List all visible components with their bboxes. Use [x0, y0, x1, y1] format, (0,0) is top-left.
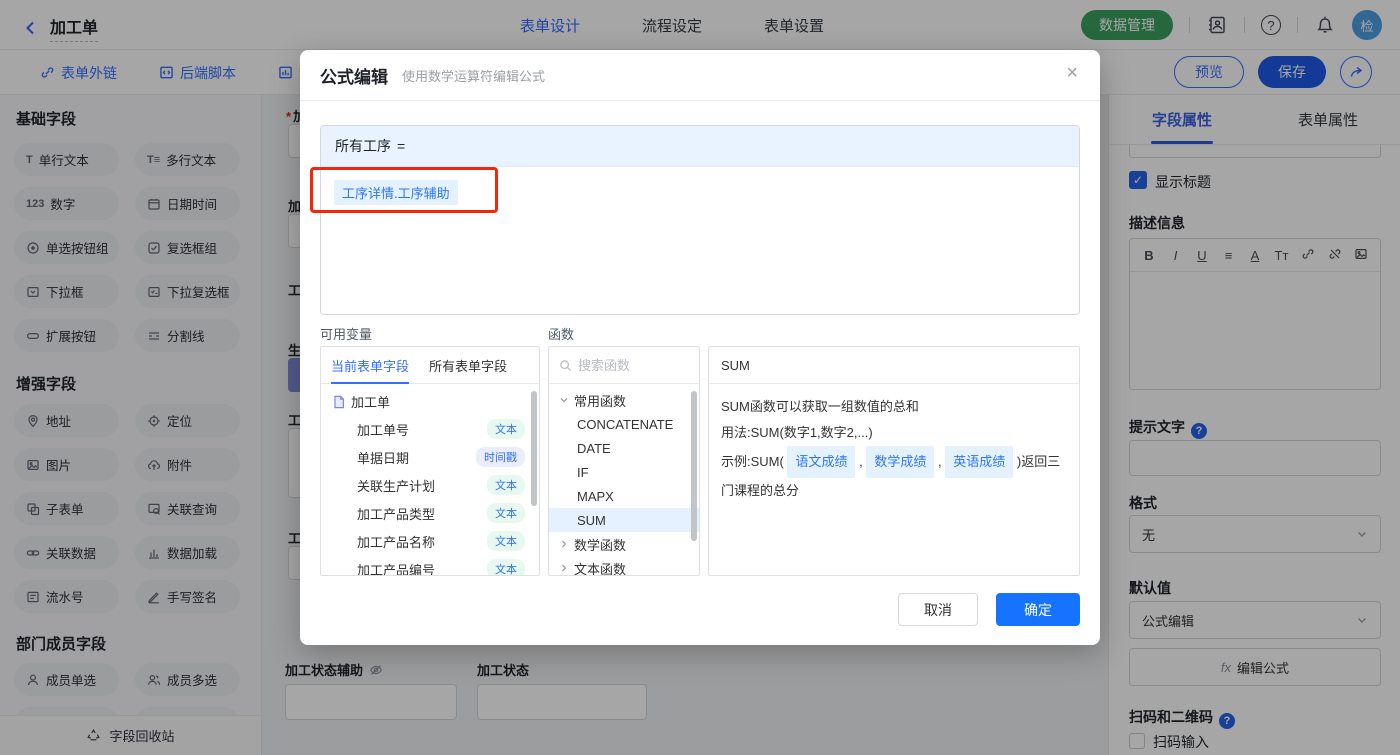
formula-target-name: 所有工序 — [335, 138, 391, 154]
variables-panel: 当前表单字段 所有表单字段 加工单 加工单号 文本 单据日期 时间戳 关联生产计划文… — [320, 346, 540, 576]
formula-target-row: 所有工序 = — [321, 126, 1079, 167]
variable-row[interactable]: 关联生产计划 文本 — [321, 471, 539, 499]
function-search-input[interactable] — [578, 357, 678, 373]
example-token: 语文成绩 — [787, 446, 856, 478]
formula-edit-dialog: 公式编辑 使用数学运算符编辑公式 × 所有工序 = 工序详情.工序辅助 可用变量… — [300, 50, 1100, 645]
functions-panel: 常用函数 CONCATENATE DATE IF MAPX SUM 数学函数 文… — [548, 346, 700, 576]
variable-row[interactable]: 加工单号 文本 — [321, 415, 539, 443]
variable-row[interactable]: 加工产品类型 文本 — [321, 499, 539, 527]
description-line: SUM函数可以获取一组数值的总和 — [721, 399, 919, 414]
form-designer-app: 加工单 表单设计 流程设定 表单设置 数据管理 ? 检 表单外链 后端脚本 预览… — [0, 0, 1400, 755]
function-item[interactable]: IF — [549, 460, 699, 484]
function-description-body: SUM函数可以获取一组数值的总和 用法:SUM(数字1,数字2,...) 示例:… — [709, 384, 1079, 514]
usage-line: 用法:SUM(数字1,数字2,...) — [721, 425, 873, 440]
close-icon[interactable]: × — [1066, 63, 1078, 83]
field-type-badge: 文本 — [487, 419, 525, 439]
field-type-badge: 时间戳 — [476, 447, 525, 467]
chevron-down-icon — [560, 398, 568, 403]
chevron-right-icon — [562, 540, 567, 548]
functions-section-label: 函数 — [548, 327, 575, 342]
function-item-selected[interactable]: SUM — [549, 508, 699, 532]
function-group-math[interactable]: 数学函数 — [549, 532, 699, 556]
formula-field-token[interactable]: 工序详情.工序辅助 — [334, 180, 458, 205]
variables-tabs: 当前表单字段 所有表单字段 — [321, 347, 539, 384]
field-type-badge: 文本 — [487, 531, 525, 551]
dialog-header: 公式编辑 使用数学运算符编辑公式 — [300, 50, 1100, 101]
variable-row[interactable]: 加工产品编号 文本 — [321, 555, 539, 575]
example-token: 英语成绩 — [945, 446, 1014, 478]
dialog-subtitle: 使用数学运算符编辑公式 — [402, 68, 546, 84]
variable-row[interactable]: 单据日期 时间戳 — [321, 443, 539, 471]
field-type-badge: 文本 — [487, 475, 525, 495]
variables-section-label: 可用变量 — [320, 327, 373, 342]
function-name-header: SUM — [709, 347, 1079, 384]
example-line: 示例:SUM( 语文成绩 , 数学成绩 , 英语成绩 )返回三门课程的总分 — [721, 446, 1067, 504]
equals-sign: = — [397, 138, 406, 154]
function-item[interactable]: CONCATENATE — [549, 412, 699, 436]
chevron-right-icon — [562, 564, 567, 572]
confirm-button[interactable]: 确定 — [996, 593, 1080, 626]
tab-current-form-fields[interactable]: 当前表单字段 — [321, 347, 419, 384]
formula-expression-area[interactable]: 工序详情.工序辅助 — [321, 167, 1079, 314]
function-item[interactable]: MAPX — [549, 484, 699, 508]
function-description-panel: SUM SUM函数可以获取一组数值的总和 用法:SUM(数字1,数字2,...)… — [708, 346, 1080, 576]
dialog-footer: 取消 确定 — [898, 593, 1080, 626]
field-type-badge: 文本 — [487, 559, 525, 575]
tab-all-form-fields[interactable]: 所有表单字段 — [419, 347, 517, 384]
example-token: 数学成绩 — [866, 446, 935, 478]
function-group-text[interactable]: 文本函数 — [549, 556, 699, 575]
functions-scrollbar-thumb[interactable] — [691, 391, 697, 541]
formula-editor-box: 所有工序 = 工序详情.工序辅助 — [320, 125, 1080, 315]
field-type-badge: 文本 — [487, 503, 525, 523]
search-icon — [560, 359, 572, 371]
variable-row[interactable]: 加工产品名称 文本 — [321, 527, 539, 555]
variables-tree-root[interactable]: 加工单 — [321, 384, 539, 415]
variables-scrollbar-thumb[interactable] — [531, 391, 537, 506]
function-search — [549, 347, 699, 384]
function-group-common[interactable]: 常用函数 — [549, 388, 699, 412]
cancel-button[interactable]: 取消 — [898, 593, 978, 626]
form-doc-icon — [334, 395, 344, 408]
function-item[interactable]: DATE — [549, 436, 699, 460]
dialog-title: 公式编辑 — [320, 67, 388, 87]
